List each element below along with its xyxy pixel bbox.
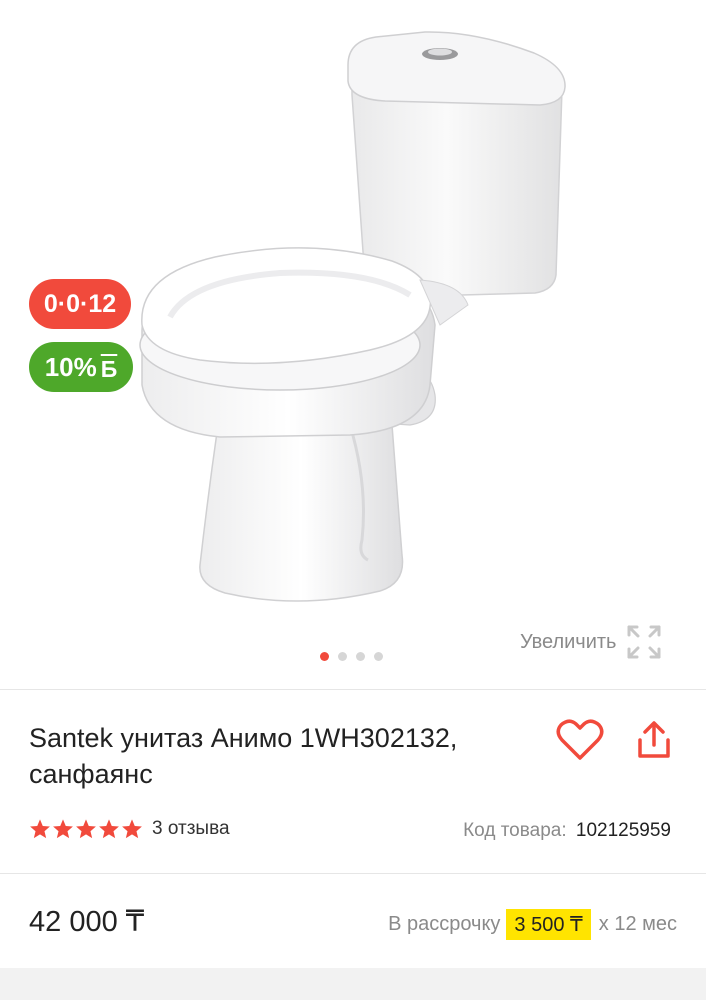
bonus-badge: 10% Б — [29, 342, 133, 392]
installment-prefix: В рассрочку — [388, 913, 501, 935]
divider — [0, 689, 706, 690]
share-button[interactable] — [628, 716, 680, 764]
bonus-symbol: Б — [100, 355, 118, 382]
sku-label: Код товара: — [463, 820, 567, 841]
product-title: Santek унитаз Анимо 1WH302132, санфаянс — [29, 723, 458, 789]
expand-icon — [627, 625, 661, 659]
installment-offer[interactable]: В рассрочку 3 500 ₸ x 12 мес — [388, 909, 677, 940]
favorite-button[interactable] — [554, 716, 606, 764]
pagination-dot[interactable] — [338, 652, 347, 661]
star-icon — [53, 819, 73, 839]
installment-amount: 3 500 ₸ — [506, 909, 591, 940]
sku-value: 102125959 — [575, 820, 671, 841]
section-separator — [0, 968, 706, 1000]
star-icon — [30, 819, 50, 839]
pagination-dot[interactable] — [374, 652, 383, 661]
product-image[interactable] — [130, 25, 580, 625]
reviews-link[interactable]: 3 отзыва — [152, 818, 230, 840]
installment-badge-text: 0·0·12 — [43, 289, 117, 318]
heart-icon — [556, 719, 604, 760]
bonus-percent-text: 10% — [44, 351, 97, 382]
divider — [0, 873, 706, 874]
pagination-dot[interactable] — [320, 652, 329, 661]
price: 42 000 ₸ — [29, 906, 145, 938]
zoom-label: Увеличить — [520, 630, 617, 653]
share-icon — [638, 721, 670, 758]
installment-suffix: x 12 мес — [598, 913, 677, 935]
pagination-dot[interactable] — [356, 652, 365, 661]
star-icon — [122, 819, 142, 839]
star-icon — [99, 819, 119, 839]
gallery-pagination[interactable] — [320, 652, 383, 661]
sku: Код товара: 102125959 — [463, 820, 671, 842]
installment-badge: 0·0·12 — [29, 279, 131, 329]
product-gallery[interactable]: 0·0·12 10% Б Увеличить — [0, 0, 706, 688]
rating: 3 отзыва — [29, 818, 230, 840]
zoom-button[interactable]: Увеличить — [520, 624, 662, 660]
rating-stars — [29, 818, 143, 840]
star-icon — [76, 819, 96, 839]
